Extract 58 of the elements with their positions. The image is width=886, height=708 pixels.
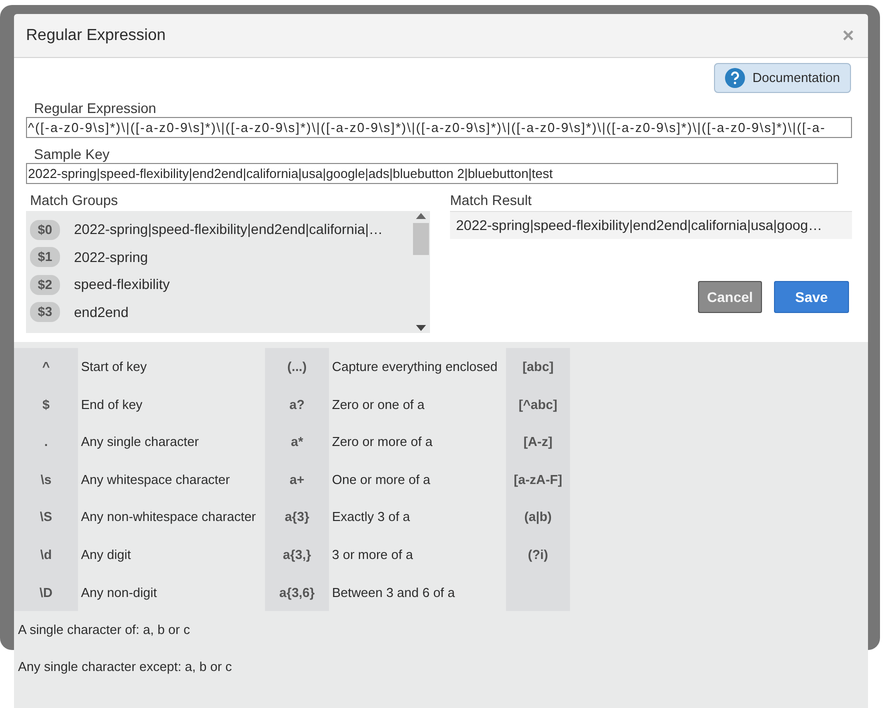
field-label: Sample Key	[33, 146, 110, 163]
regex-symbol: $	[14, 386, 78, 424]
regex-symbol: a?	[265, 386, 329, 424]
group-value: speed-flexibility	[74, 275, 170, 294]
field-label: Match Result	[450, 192, 533, 209]
symbol-description: Any single character	[80, 433, 200, 452]
symbol-description: Exactly 3 of a	[331, 508, 412, 526]
symbol-description: End of key	[80, 396, 144, 414]
symbol-description: 3 or more of a	[331, 546, 414, 564]
symbol-description: Zero or one of a	[331, 396, 426, 414]
group-tag: $2	[30, 274, 60, 295]
regex-symbol: [a-zA-F]	[506, 460, 570, 498]
regex-symbol: \s	[14, 460, 78, 498]
symbol-description: Any whitespace character	[80, 470, 231, 489]
group-value: end2end	[74, 302, 129, 322]
regex-symbol: .	[14, 423, 78, 461]
documentation-button[interactable]: Documentation	[714, 63, 851, 93]
group-value: 2022-spring|speed-flexibility|end2end|california|…	[74, 220, 383, 240]
regex-symbol: a+	[265, 460, 329, 498]
sample-key-field[interactable]: 2022-spring|speed-flexibility|end2end|california|usa|google|ads|bluebutton 2|bluebutton|test	[26, 163, 838, 184]
regex-symbol: \D	[14, 574, 78, 612]
dialog-title: Regular Expression	[26, 26, 166, 46]
reference-note: A single character of: a, b or c	[17, 620, 191, 639]
regex-symbol: a{3,}	[265, 536, 329, 574]
field-label: Regular Expression	[33, 100, 158, 117]
regex-field[interactable]: ^([-a-z0-9\s]*)\|([-a-z0-9\s]*)\|([-a-z0-9\s]*)\|([-a-z0-9\s]*)\|([-a-z0-9\s]*)\|([-a-z0-9\s]*)\|([-a-z0-9\s]*)\|([-a-z0-9\s]*)\|([-a-	[26, 117, 852, 138]
scrollbar-thumb[interactable]	[413, 223, 429, 255]
group-tag: $0	[30, 220, 60, 240]
regex-symbol: a{3,6}	[265, 574, 329, 612]
save-button[interactable]: Save	[774, 281, 849, 313]
regex-symbol: [^abc]	[506, 386, 570, 424]
match-result-field: 2022-spring|speed-flexibility|end2end|california|usa|goog…	[450, 211, 852, 239]
reference-note: Any single character except: a, b or c	[17, 658, 233, 676]
regex-symbol: \S	[14, 498, 78, 536]
regex-symbol: (a|b)	[506, 498, 570, 536]
regex-symbol: a*	[265, 423, 329, 461]
regex-symbol: [A-z]	[506, 423, 570, 461]
regex-symbol: (...)	[265, 348, 329, 386]
scroll-up-icon[interactable]	[416, 213, 426, 219]
group-tag: $1	[30, 247, 60, 268]
regex-symbol: ^	[14, 348, 78, 386]
symbol-description: Between 3 and 6 of a	[331, 584, 456, 602]
symbol-description: Start of key	[80, 358, 148, 376]
symbol-description: Any digit	[80, 546, 132, 564]
regex-symbol: \d	[14, 536, 78, 574]
help-icon	[724, 68, 745, 88]
regex-symbol: [abc]	[506, 348, 570, 386]
regex-symbol: (?i)	[506, 536, 570, 574]
scroll-down-icon[interactable]	[416, 325, 426, 331]
symbol-description: One or more of a	[331, 470, 432, 489]
symbol-description: Any non-digit	[80, 584, 158, 602]
symbol-description: Zero or more of a	[331, 433, 434, 452]
field-label: Match Groups	[29, 192, 119, 209]
group-tag: $3	[30, 302, 60, 322]
group-value: 2022-spring	[74, 248, 148, 267]
symbol-description: Any non-whitespace character	[80, 508, 257, 526]
symbol-description: Capture everything enclosed	[331, 358, 498, 376]
regex-symbol: a{3}	[265, 498, 329, 536]
